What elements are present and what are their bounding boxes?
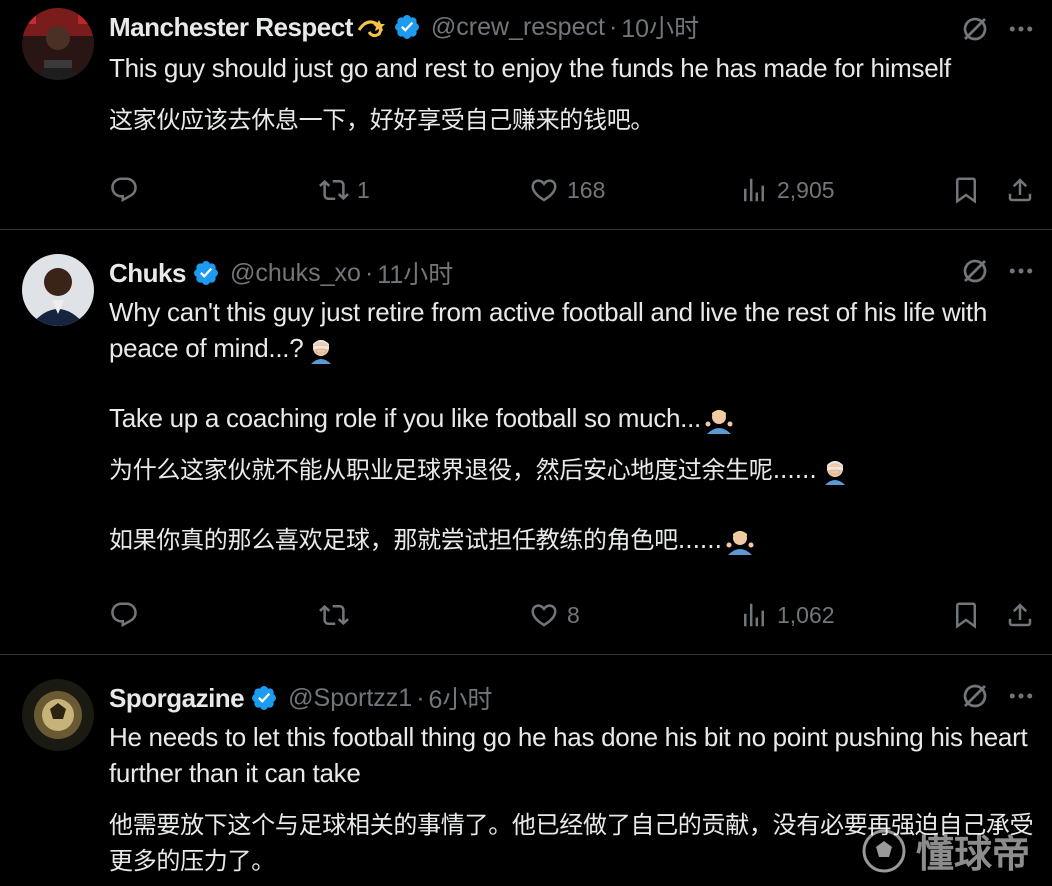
verified-badge-icon [393, 13, 421, 41]
top-actions [960, 14, 1036, 44]
avatar[interactable] [22, 679, 94, 751]
more-options-icon[interactable] [1006, 681, 1036, 711]
views-button[interactable]: 1,062 [739, 595, 835, 635]
retweet-icon [319, 600, 349, 630]
tweet-text-en: Why can't this guy just retire from acti… [109, 297, 987, 364]
heart-icon [529, 175, 559, 205]
user-handle[interactable]: @crew_respect [431, 13, 605, 42]
tweet-header: Sporgazine @Sportzz1 · 6小时 [109, 679, 942, 717]
tweet-body: Why can't this guy just retire from acti… [109, 294, 1034, 558]
view-count: 1,062 [777, 601, 835, 628]
bookmark-button[interactable] [951, 595, 981, 635]
tweet-card[interactable]: Manchester Respect @crew_respect · 10小时 … [0, 0, 1052, 230]
display-name[interactable]: Manchester Respect [109, 12, 353, 43]
grok-icon[interactable] [960, 14, 990, 44]
tweet-text-en: He needs to let this football thing go h… [109, 722, 1028, 788]
grok-icon[interactable] [960, 256, 990, 286]
person-facepalming-icon [307, 336, 335, 364]
bookmark-button[interactable] [951, 170, 981, 210]
top-actions [960, 256, 1036, 286]
display-name[interactable]: Sporgazine [109, 683, 245, 714]
share-button[interactable] [1005, 170, 1035, 210]
tweet-header: Manchester Respect @crew_respect · 10小时 [109, 8, 942, 46]
tweet-text-en: This guy should just go and rest to enjo… [109, 53, 951, 83]
retweet-count: 1 [357, 176, 370, 203]
tweet-text-en: Take up a coaching role if you like foot… [109, 400, 1034, 436]
more-options-icon[interactable] [1006, 256, 1036, 286]
tweet-card[interactable]: Sporgazine @Sportzz1 · 6小时 He needs to l… [0, 655, 1052, 886]
heart-icon [529, 600, 559, 630]
soccer-ball-icon [862, 829, 906, 872]
more-options-icon[interactable] [1006, 14, 1036, 44]
verified-badge-icon [192, 259, 220, 287]
like-button[interactable]: 168 [529, 170, 605, 210]
reply-button[interactable] [109, 170, 147, 210]
retweet-button[interactable] [319, 595, 357, 635]
user-handle[interactable]: @chuks_xo [230, 259, 361, 288]
separator-dot: · [416, 683, 425, 712]
like-count: 168 [567, 176, 606, 203]
reply-icon [109, 600, 139, 630]
separator-dot: · [608, 12, 618, 41]
share-icon [1005, 175, 1035, 205]
person-shrugging-icon [705, 406, 733, 434]
views-icon [739, 600, 769, 630]
like-count: 8 [567, 601, 580, 628]
user-handle[interactable]: @Sportzz1 [288, 684, 412, 713]
tweet-header: Chuks @chuks_xo · 11小时 [109, 254, 942, 292]
bookmark-icon [951, 600, 981, 630]
display-name[interactable]: Chuks [109, 258, 186, 289]
watermark-logo: 懂球帝 [862, 823, 1030, 878]
tweet-actions: 1 168 2,905 [109, 170, 1038, 210]
reply-button[interactable] [109, 595, 147, 635]
like-button[interactable]: 8 [529, 595, 580, 635]
retweet-icon [319, 175, 349, 205]
share-icon [1005, 600, 1035, 630]
person-shrugging-icon [726, 527, 754, 555]
tweet-text-zh: 为什么这家伙就不能从职业足球界退役，然后安心地度过余生呢...... [109, 452, 1034, 488]
tweet-body: This guy should just go and rest to enjo… [109, 50, 1034, 138]
views-button[interactable]: 2,905 [739, 170, 835, 210]
tweet-text-zh: 这家伙应该去休息一下，好好享受自己赚来的钱吧。 [109, 106, 655, 134]
top-actions [960, 681, 1036, 711]
verified-badge-icon [250, 684, 278, 712]
views-icon [739, 175, 769, 205]
dizzy-emoji-icon [357, 16, 387, 38]
timestamp[interactable]: 11小时 [377, 255, 453, 291]
tweet-text-zh: 如果你真的那么喜欢足球，那就尝试担任教练的角色吧...... [109, 522, 1034, 558]
tweet-actions: 8 1,062 [109, 595, 1038, 635]
avatar[interactable] [22, 254, 94, 326]
watermark-text: 懂球帝 [915, 832, 1030, 876]
view-count: 2,905 [777, 176, 835, 203]
tweet-card[interactable]: Chuks @chuks_xo · 11小时 Why can't this gu… [0, 230, 1052, 655]
avatar[interactable] [22, 8, 94, 80]
separator-dot: · [364, 258, 374, 287]
bookmark-icon [951, 175, 981, 205]
grok-icon[interactable] [960, 681, 990, 711]
share-button[interactable] [1005, 595, 1035, 635]
retweet-button[interactable]: 1 [319, 170, 370, 210]
timestamp[interactable]: 10小时 [621, 9, 699, 45]
person-facepalming-icon [821, 457, 849, 485]
timestamp[interactable]: 6小时 [429, 680, 493, 716]
